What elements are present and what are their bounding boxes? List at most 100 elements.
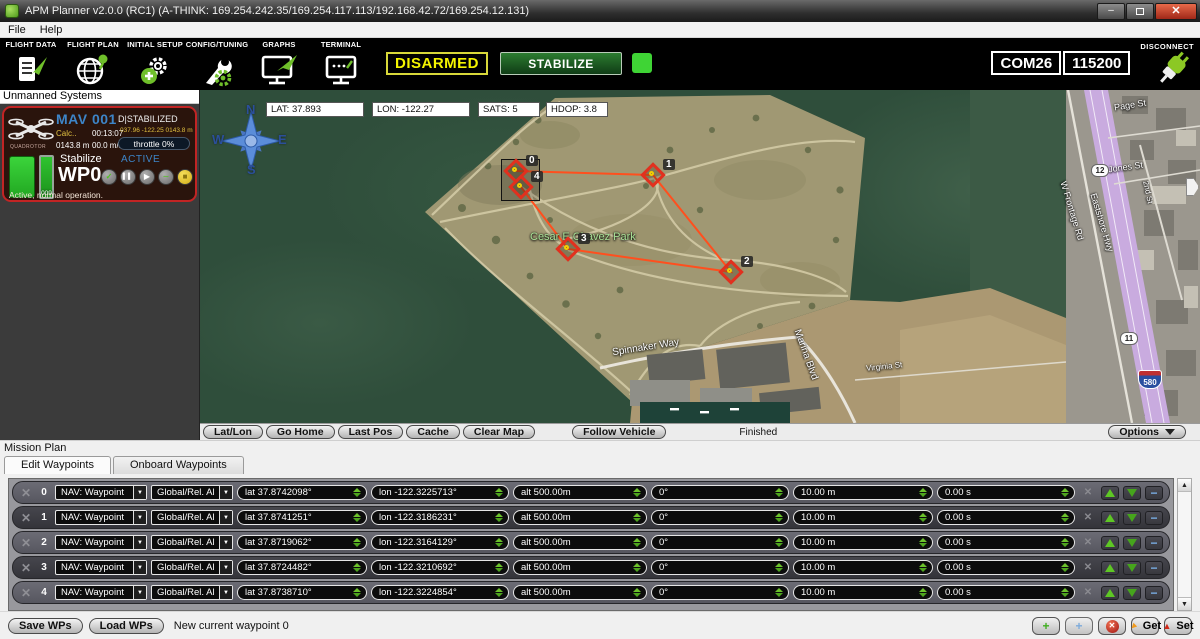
spinner-icon[interactable]: [633, 588, 641, 597]
drag-handle-icon[interactable]: ✕: [19, 511, 33, 525]
get-waypoints-button[interactable]: ▼Get: [1131, 617, 1159, 635]
yaw-angle-field[interactable]: 0°: [651, 535, 789, 550]
move-down-button[interactable]: [1123, 511, 1141, 525]
com-port-select[interactable]: COM26: [991, 51, 1061, 75]
remove-button[interactable]: −: [1145, 536, 1163, 550]
save-wps-button[interactable]: Save WPs: [8, 618, 83, 634]
flight-mode-badge[interactable]: STABILIZE: [500, 52, 622, 75]
spinner-icon[interactable]: [1061, 513, 1069, 522]
tab-flight-plan[interactable]: FLIGHT PLAN: [62, 40, 124, 89]
longitude-field[interactable]: lon -122.3164129°: [371, 535, 509, 550]
disconnect-button[interactable]: DISCONNECT: [1140, 38, 1194, 87]
baud-rate-select[interactable]: 115200: [1063, 51, 1130, 75]
spinner-icon[interactable]: [1061, 538, 1069, 547]
add-waypoint-button[interactable]: +: [1032, 617, 1060, 635]
hold-time-field[interactable]: 0.00 s: [937, 485, 1075, 500]
spinner-icon[interactable]: [353, 563, 361, 572]
hold-time-field[interactable]: 0.00 s: [937, 585, 1075, 600]
menu-help[interactable]: Help: [40, 24, 63, 36]
halt-button[interactable]: ■: [177, 169, 193, 185]
move-down-button[interactable]: [1123, 561, 1141, 575]
delete-row-icon[interactable]: ✕: [1079, 536, 1097, 550]
command-select[interactable]: NAV: Waypoint ▼: [55, 560, 147, 575]
hold-time-field[interactable]: 0.00 s: [937, 560, 1075, 575]
go-home-button[interactable]: Go Home: [266, 425, 335, 439]
spinner-icon[interactable]: [495, 588, 503, 597]
latitude-field[interactable]: lat 37.8742098°: [237, 485, 367, 500]
pause-button[interactable]: ▌▌: [120, 169, 136, 185]
latitude-field[interactable]: lat 37.8741251°: [237, 510, 367, 525]
scroll-up-icon[interactable]: ▲: [1178, 479, 1191, 492]
tab-onboard-waypoints[interactable]: Onboard Waypoints: [113, 456, 244, 474]
tab-initial-setup[interactable]: INITIAL SETUP: [124, 40, 186, 89]
spinner-icon[interactable]: [1061, 563, 1069, 572]
delete-row-icon[interactable]: ✕: [1079, 511, 1097, 525]
spinner-icon[interactable]: [353, 488, 361, 497]
altitude-field[interactable]: alt 500.00m: [513, 560, 647, 575]
spinner-icon[interactable]: [919, 538, 927, 547]
command-select[interactable]: NAV: Waypoint ▼: [55, 485, 147, 500]
frame-select[interactable]: Global/Rel. Al ▼: [151, 585, 233, 600]
altitude-field[interactable]: alt 500.00m: [513, 535, 647, 550]
rows-scrollbar[interactable]: ▲ ▼: [1177, 478, 1192, 611]
longitude-field[interactable]: lon -122.3210692°: [371, 560, 509, 575]
scroll-down-icon[interactable]: ▼: [1178, 597, 1191, 610]
acceptance-radius-field[interactable]: 10.00 m: [793, 485, 933, 500]
play-button[interactable]: ▶: [139, 169, 155, 185]
frame-select[interactable]: Global/Rel. Al ▼: [151, 485, 233, 500]
spinner-icon[interactable]: [775, 563, 783, 572]
mav-status-widget[interactable]: QUADROTOR MAV 001 D|STABILIZED Calc.. 00…: [2, 106, 197, 202]
acceptance-radius-field[interactable]: 10.00 m: [793, 560, 933, 575]
move-down-button[interactable]: [1123, 486, 1141, 500]
clear-map-button[interactable]: Clear Map: [463, 425, 535, 439]
menu-file[interactable]: File: [8, 24, 26, 36]
altitude-field[interactable]: alt 500.00m: [513, 510, 647, 525]
close-button[interactable]: ✕: [1155, 3, 1197, 20]
options-button[interactable]: Options: [1108, 425, 1186, 439]
tab-graphs[interactable]: GRAPHS: [248, 40, 310, 89]
drag-handle-icon[interactable]: ✕: [19, 586, 33, 600]
set-waypoints-button[interactable]: ▲Set: [1164, 617, 1192, 635]
latitude-field[interactable]: lat 37.8724482°: [237, 560, 367, 575]
remove-button[interactable]: −: [1145, 586, 1163, 600]
spinner-icon[interactable]: [919, 488, 927, 497]
spinner-icon[interactable]: [353, 538, 361, 547]
spinner-icon[interactable]: [1061, 488, 1069, 497]
drag-handle-icon[interactable]: ✕: [19, 536, 33, 550]
restore-button[interactable]: [1126, 3, 1154, 20]
spinner-icon[interactable]: [353, 513, 361, 522]
longitude-field[interactable]: lon -122.3186231°: [371, 510, 509, 525]
yaw-angle-field[interactable]: 0°: [651, 585, 789, 600]
frame-select[interactable]: Global/Rel. Al ▼: [151, 560, 233, 575]
move-down-button[interactable]: [1123, 586, 1141, 600]
remove-button[interactable]: −: [1145, 561, 1163, 575]
drag-handle-icon[interactable]: ✕: [19, 486, 33, 500]
acceptance-radius-field[interactable]: 10.00 m: [793, 510, 933, 525]
command-select[interactable]: NAV: Waypoint ▼: [55, 535, 147, 550]
load-wps-button[interactable]: Load WPs: [89, 618, 164, 634]
longitude-field[interactable]: lon -122.3224854°: [371, 585, 509, 600]
altitude-field[interactable]: alt 500.00m: [513, 485, 647, 500]
frame-select[interactable]: Global/Rel. Al ▼: [151, 510, 233, 525]
spinner-icon[interactable]: [1061, 588, 1069, 597]
yaw-angle-field[interactable]: 0°: [651, 485, 789, 500]
latlon-button[interactable]: Lat/Lon: [203, 425, 263, 439]
longitude-field[interactable]: lon -122.3225713°: [371, 485, 509, 500]
tab-config-tuning[interactable]: CONFIG/TUNING: [186, 40, 248, 89]
spinner-icon[interactable]: [919, 513, 927, 522]
command-select[interactable]: NAV: Waypoint ▼: [55, 510, 147, 525]
spinner-icon[interactable]: [495, 563, 503, 572]
latitude-field[interactable]: lat 37.8738710°: [237, 585, 367, 600]
latitude-field[interactable]: lat 37.8719062°: [237, 535, 367, 550]
map-canvas[interactable]: N E S W LAT: 37.893 LON: -122.27 SATS: 5…: [200, 90, 1200, 423]
follow-vehicle-button[interactable]: Follow Vehicle: [572, 425, 666, 439]
move-up-button[interactable]: [1101, 486, 1119, 500]
spinner-icon[interactable]: [633, 488, 641, 497]
yaw-angle-field[interactable]: 0°: [651, 560, 789, 575]
cache-button[interactable]: Cache: [406, 425, 460, 439]
move-up-button[interactable]: [1101, 561, 1119, 575]
spinner-icon[interactable]: [633, 513, 641, 522]
minimize-button[interactable]: –: [1097, 3, 1125, 20]
frame-select[interactable]: Global/Rel. Al ▼: [151, 535, 233, 550]
spinner-icon[interactable]: [633, 538, 641, 547]
